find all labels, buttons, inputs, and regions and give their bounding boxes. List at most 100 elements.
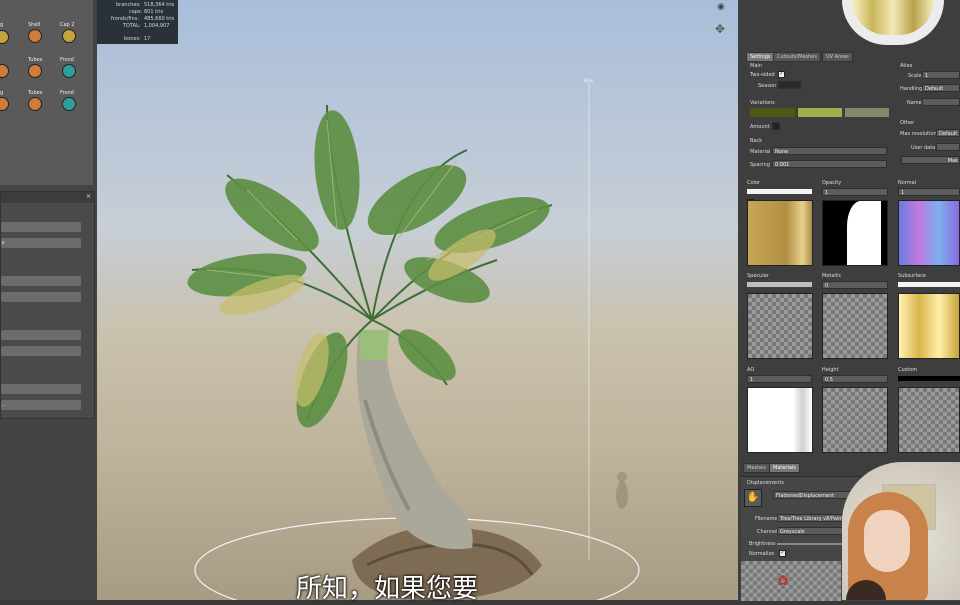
map-label-subsurface: Subsurface [898, 273, 926, 279]
color-map-thumbnail[interactable] [747, 200, 813, 266]
graph-node-label: Tubes [28, 57, 43, 63]
max-resolution-select[interactable]: Default [936, 129, 960, 137]
graph-node-icon[interactable] [0, 64, 9, 78]
two-sided-checkbox[interactable]: ✓ [778, 71, 785, 78]
stat-label: branches: [116, 2, 141, 8]
subsurface-swatch[interactable] [898, 282, 960, 287]
subtitle-caption: 所知，如果您要 [296, 574, 479, 604]
view-gizmo-icon[interactable]: ◉ [717, 2, 725, 12]
brightness-label: Brightness [749, 541, 776, 547]
3d-viewport[interactable]: 10 m ◉ ✥ [97, 0, 738, 600]
property-button[interactable] [1, 222, 81, 232]
map-label-specular: Specular [747, 273, 769, 279]
normal-field[interactable]: 1 [898, 188, 960, 196]
name-label: Name [907, 100, 922, 106]
property-button[interactable] [1, 276, 81, 286]
tab-settings[interactable]: Settings [746, 52, 775, 62]
map-label-height: Height [822, 367, 839, 373]
section-variations: Variations [750, 100, 775, 106]
variation-swatch-3[interactable] [845, 108, 889, 117]
height-field[interactable]: 0.5 [822, 375, 888, 383]
graph-node-shell-icon[interactable] [28, 29, 42, 43]
material-preview[interactable] [842, 0, 944, 45]
close-icon[interactable]: ✕ [86, 193, 91, 200]
left-panel: g Shell Cap 2 Tubes Frond g Tubes Frond … [0, 0, 97, 600]
graph-node-label: Cap 2 [60, 22, 75, 28]
map-label-custom: Custom [898, 367, 918, 373]
name-field[interactable] [922, 98, 960, 106]
amount-field[interactable] [772, 122, 780, 130]
stat-label: fronds/fins: [111, 16, 140, 22]
graph-node-frond-icon[interactable] [62, 64, 76, 78]
stat-label: TOTAL: [123, 23, 141, 29]
metallic-map-thumbnail[interactable] [822, 293, 888, 359]
stat-value: 518,364 tris [144, 2, 175, 8]
graph-node-icon[interactable] [0, 97, 9, 111]
handling-label: Handling [900, 86, 923, 92]
graph-node-yellow-icon[interactable] [0, 30, 9, 44]
property-button[interactable] [1, 330, 81, 340]
color-swatch[interactable] [747, 189, 812, 194]
filename-label: Filename [755, 516, 778, 522]
normal-map-thumbnail[interactable] [898, 200, 960, 266]
season-label: Season [758, 83, 777, 89]
scale-field[interactable]: 1 [922, 71, 960, 79]
metallic-field[interactable]: 0 [822, 281, 888, 289]
variation-swatch-2[interactable] [798, 108, 842, 117]
graph-node-frond-icon[interactable] [62, 97, 76, 111]
amount-label: Amount [750, 124, 770, 130]
normalize-checkbox[interactable]: ✓ [779, 550, 786, 557]
variation-swatch-1[interactable] [750, 108, 795, 117]
material-select[interactable]: None [772, 147, 887, 155]
graph-node-cap-icon[interactable] [62, 29, 76, 43]
property-button[interactable] [1, 292, 81, 302]
graph-node-label: Tubes [28, 90, 43, 96]
stat-label: bones: [124, 36, 141, 42]
ao-field[interactable]: 1 [747, 375, 812, 383]
map-label-metallic: Metallic [822, 273, 842, 279]
map-label-ao: AO [747, 367, 755, 373]
property-button[interactable]: s [1, 238, 81, 248]
handling-select[interactable]: Default [922, 84, 960, 92]
season-field[interactable] [778, 81, 801, 89]
tab-cutouts-meshes[interactable]: Cutouts/Meshes [773, 52, 821, 62]
opacity-map-thumbnail[interactable] [822, 200, 888, 266]
section-other: Other [900, 120, 915, 126]
graph-node-tubes-icon[interactable] [28, 64, 42, 78]
hand-icon[interactable]: ✋ [744, 489, 762, 507]
palm-tree-render [187, 82, 640, 600]
stat-value: 1,004,907 [144, 23, 170, 29]
custom-map-thumbnail[interactable] [898, 387, 960, 453]
map-label-color: Color [747, 180, 761, 186]
section-main: Main [750, 63, 762, 69]
map-label-normal: Normal [898, 180, 917, 186]
camera-gizmo-icon[interactable]: ✥ [715, 22, 725, 36]
specular-swatch[interactable] [747, 282, 812, 287]
properties-header: ✕ [1, 192, 94, 203]
section-back: Back [750, 138, 763, 144]
graph-node-label: Frond [60, 57, 74, 63]
axis-label: 10 m [583, 78, 594, 83]
make-button[interactable]: Mak [901, 156, 960, 164]
map-label-opacity: Opacity [822, 180, 842, 186]
property-button[interactable] [1, 346, 81, 356]
specular-map-thumbnail[interactable] [747, 293, 813, 359]
stat-value: 17 [144, 36, 151, 42]
tab-uv-areas[interactable]: UV Areas [822, 52, 853, 62]
tab-meshes[interactable]: Meshes [743, 463, 770, 473]
spacing-field[interactable]: 0.001 [772, 160, 887, 168]
property-button[interactable]: .. [1, 400, 81, 410]
graph-node-tubes-icon[interactable] [28, 97, 42, 111]
properties-panel: ✕ s .. [0, 191, 95, 419]
property-button[interactable] [1, 384, 81, 394]
spacing-label: Spacing [750, 162, 770, 168]
user-data-field[interactable] [936, 143, 960, 151]
height-map-thumbnail[interactable] [822, 387, 888, 453]
tab-materials[interactable]: Materials [769, 463, 800, 473]
ao-map-thumbnail[interactable] [747, 387, 813, 453]
subsurface-map-thumbnail[interactable] [898, 293, 960, 359]
custom-swatch[interactable] [898, 376, 960, 381]
rose-decoration-icon: ✿ [777, 573, 789, 589]
person-face [864, 510, 910, 572]
opacity-field[interactable]: 1 [822, 188, 888, 196]
